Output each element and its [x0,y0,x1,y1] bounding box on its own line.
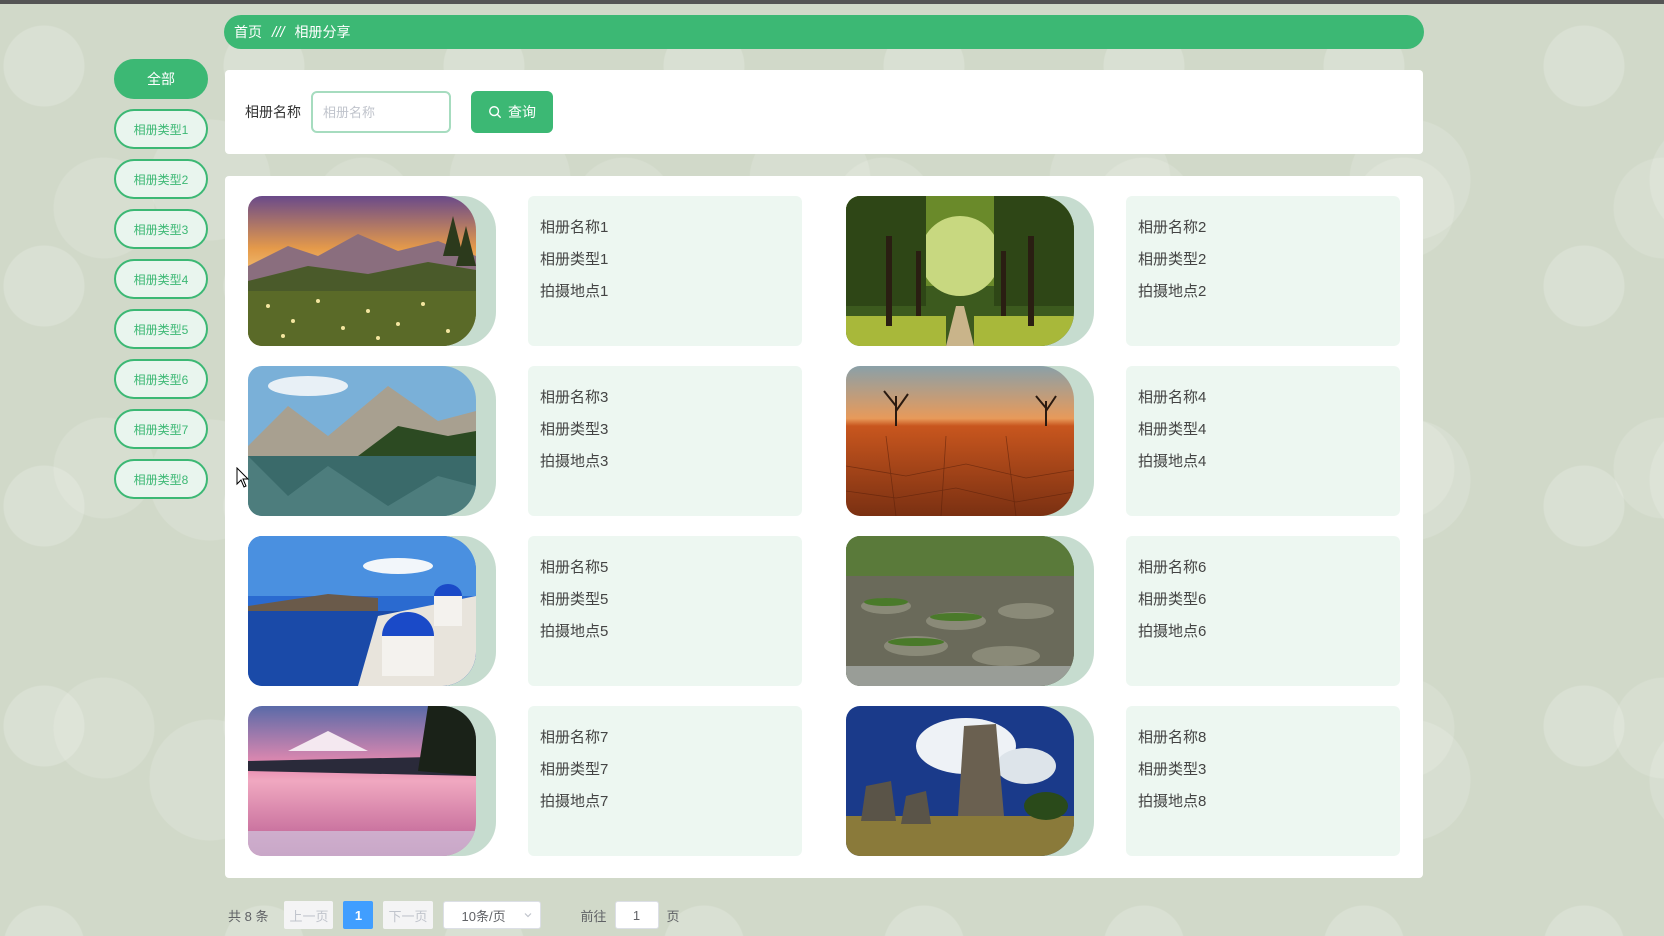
page-number-current[interactable]: 1 [343,901,374,929]
category-type6-button[interactable]: 相册类型6 [114,359,208,399]
album-photo-frame[interactable] [846,536,1094,686]
album-photo-frame[interactable] [846,196,1094,346]
album-photo-frame[interactable] [248,366,496,516]
album-name: 相册名称6 [1138,559,1207,576]
category-type1-button[interactable]: 相册类型1 [114,109,208,149]
album-type: 相册类型3 [1138,761,1207,778]
album-location: 拍摄地点3 [540,453,609,470]
album-location: 拍摄地点1 [540,283,609,300]
search-icon [489,106,501,118]
album-photo-tree-road[interactable] [846,196,1074,346]
mouse-cursor-icon [236,467,250,488]
album-photo-alpine-lake[interactable] [248,366,476,516]
album-name: 相册名称7 [540,729,609,746]
album-name: 相册名称5 [540,559,609,576]
category-type7-button[interactable]: 相册类型7 [114,409,208,449]
category-type2-button[interactable]: 相册类型2 [114,159,208,199]
album-info[interactable]: 相册名称1 相册类型1 拍摄地点1 [528,196,802,346]
album-info[interactable]: 相册名称8 相册类型3 拍摄地点8 [1126,706,1400,856]
album-location: 拍摄地点7 [540,793,609,810]
album-type: 相册类型4 [1138,421,1207,438]
album-photo-frame[interactable] [846,366,1094,516]
album-photo-santorini[interactable] [248,536,476,686]
chevron-down-icon [524,913,531,918]
album-name-input[interactable] [311,91,451,133]
album-card[interactable]: 相册名称1 相册类型1 拍摄地点1 [248,196,826,346]
prev-page-button[interactable]: 上一页 [284,901,334,929]
album-card[interactable]: 相册名称2 相册类型2 拍摄地点2 [846,196,1424,346]
search-label: 相册名称 [245,104,301,120]
album-name: 相册名称4 [1138,389,1207,406]
album-info[interactable]: 相册名称3 相册类型3 拍摄地点3 [528,366,802,516]
search-button-label: 查询 [508,104,536,120]
page-size-value: 10条/页 [461,908,506,924]
album-card[interactable]: 相册名称3 相册类型3 拍摄地点3 [248,366,826,516]
album-type: 相册类型2 [1138,251,1207,268]
category-type4-button[interactable]: 相册类型4 [114,259,208,299]
next-page-button[interactable]: 下一页 [383,901,433,929]
pagination-total: 共 8 条 [228,908,269,924]
album-location: 拍摄地点5 [540,623,609,640]
album-info[interactable]: 相册名称2 相册类型2 拍摄地点2 [1126,196,1400,346]
search-button[interactable]: 查询 [471,91,553,133]
album-info[interactable]: 相册名称4 相册类型4 拍摄地点4 [1126,366,1400,516]
category-type3-button[interactable]: 相册类型3 [114,209,208,249]
search-panel: 相册名称 查询 [225,70,1423,154]
album-info[interactable]: 相册名称6 相册类型6 拍摄地点6 [1126,536,1400,686]
breadcrumb: 首页 /// 相册分享 [224,15,1424,49]
category-all-button[interactable]: 全部 [114,59,208,99]
album-location: 拍摄地点6 [1138,623,1207,640]
album-card[interactable]: 相册名称5 相册类型5 拍摄地点5 [248,536,826,686]
album-photo-desert[interactable] [846,366,1074,516]
album-card[interactable]: 相册名称4 相册类型4 拍摄地点4 [846,366,1424,516]
album-photo-forest-stream[interactable] [846,536,1074,686]
album-photo-frame[interactable] [846,706,1094,856]
album-photo-frame[interactable] [248,196,496,346]
album-name: 相册名称3 [540,389,609,406]
page-suffix-label: 页 [666,908,680,924]
breadcrumb-separator: /// [272,23,285,41]
album-photo-mountain-meadow[interactable] [248,196,476,346]
album-card[interactable]: 相册名称7 相册类型7 拍摄地点7 [248,706,826,856]
album-type: 相册类型1 [540,251,609,268]
album-name: 相册名称1 [540,219,609,236]
album-location: 拍摄地点4 [1138,453,1207,470]
goto-page-input[interactable]: 1 [614,901,659,929]
album-photo-frame[interactable] [248,706,496,856]
page-size-select[interactable]: 10条/页 [442,901,541,929]
album-info[interactable]: 相册名称7 相册类型7 拍摄地点7 [528,706,802,856]
album-list: 相册名称1 相册类型1 拍摄地点1 相册名称2 相册类型2 拍摄地点2 相册名称… [225,176,1423,878]
album-name: 相册名称8 [1138,729,1207,746]
breadcrumb-current: 相册分享 [294,24,351,40]
album-photo-frame[interactable] [248,536,496,686]
album-photo-stone-forest[interactable] [846,706,1074,856]
album-photo-pink-lake[interactable] [248,706,476,856]
album-card[interactable]: 相册名称8 相册类型3 拍摄地点8 [846,706,1424,856]
window-top-border [0,0,1664,4]
pagination: 共 8 条 上一页 1 下一页 10条/页 前往 1 页 [228,901,680,929]
album-location: 拍摄地点2 [1138,283,1207,300]
album-location: 拍摄地点8 [1138,793,1207,810]
album-type: 相册类型7 [540,761,609,778]
album-type: 相册类型5 [540,591,609,608]
album-card[interactable]: 相册名称6 相册类型6 拍摄地点6 [846,536,1424,686]
goto-label: 前往 [580,908,607,924]
album-name: 相册名称2 [1138,219,1207,236]
album-info[interactable]: 相册名称5 相册类型5 拍摄地点5 [528,536,802,686]
category-type5-button[interactable]: 相册类型5 [114,309,208,349]
album-type: 相册类型6 [1138,591,1207,608]
album-type: 相册类型3 [540,421,609,438]
category-type8-button[interactable]: 相册类型8 [114,459,208,499]
breadcrumb-home[interactable]: 首页 [234,22,262,42]
